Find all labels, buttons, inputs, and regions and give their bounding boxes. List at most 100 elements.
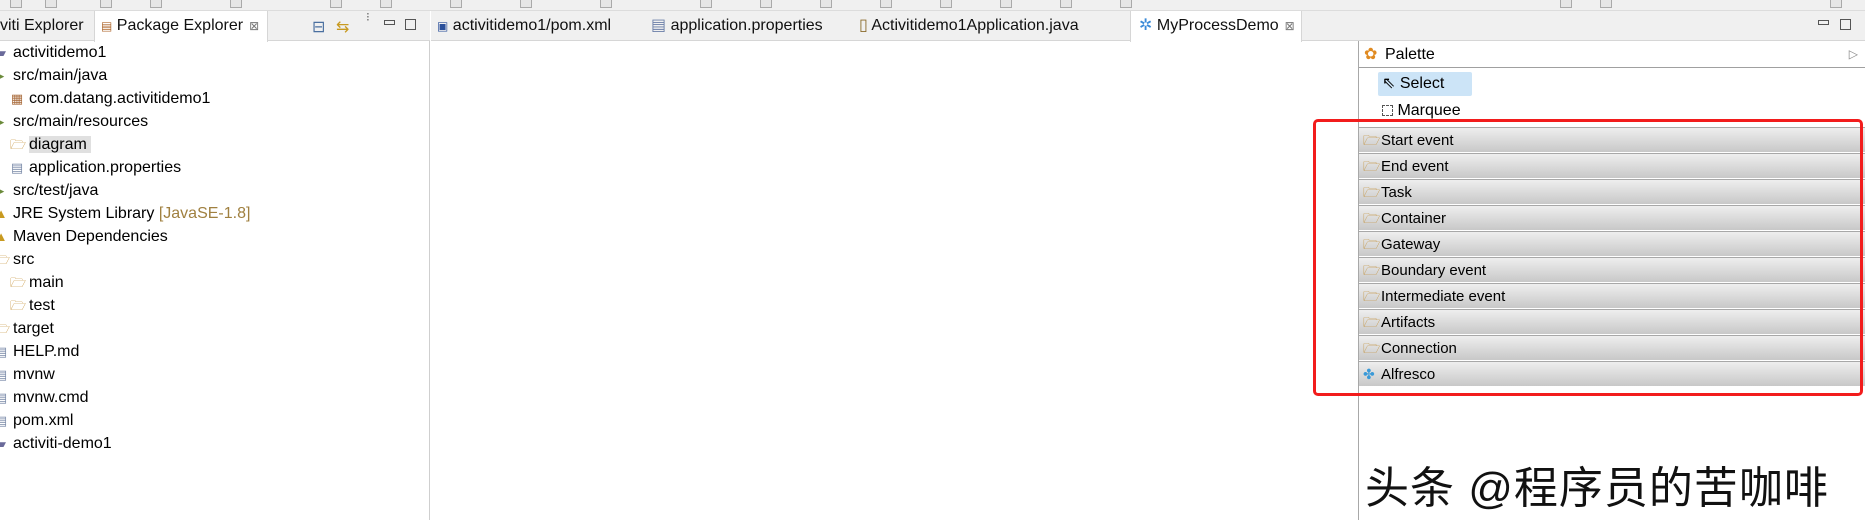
palette-icon: ✿	[1364, 46, 1378, 63]
palette-header[interactable]: ✿ Palette ▷	[1359, 41, 1865, 68]
tree-item[interactable]: ▸ src/main/java	[0, 64, 107, 87]
tab-label: MyProcessDemo	[1156, 17, 1279, 34]
tree-item[interactable]: 🗁 main	[10, 271, 64, 294]
package-explorer-icon: ▤	[101, 19, 113, 33]
tree-item[interactable]: ▤ mvnw	[0, 363, 55, 386]
tree-item-label: mvnw.cmd	[13, 389, 89, 406]
tree-item-label: main	[29, 274, 64, 291]
tree-item[interactable]: 🗁 target	[0, 317, 54, 340]
tree-item-label: Maven Dependencies	[13, 228, 168, 245]
close-icon[interactable]: ⊠	[1285, 19, 1295, 33]
palette-title: Palette	[1385, 46, 1435, 63]
tree-item-label: diagram	[29, 136, 91, 153]
maximize-icon[interactable]	[405, 19, 416, 30]
package-icon: ▦	[10, 91, 24, 106]
tree-item[interactable]: ▲ JRE System Library [JavaSE-1.8]	[0, 202, 250, 225]
tree-item-label: src/main/resources	[13, 113, 149, 130]
tree-item-decoration: [JavaSE-1.8]	[158, 205, 251, 222]
tree-item[interactable]: ▸ src/main/resources	[0, 110, 148, 133]
process-icon: ✲	[1139, 17, 1153, 34]
tree-item[interactable]: ▤ HELP.md	[0, 340, 79, 363]
tree-item-label: JRE System Library	[13, 205, 155, 222]
tab-package-explorer[interactable]: ▤ Package Explorer ⊠	[94, 11, 268, 42]
tree-item-label: HELP.md	[13, 343, 80, 360]
tree-item[interactable]: ▲ Maven Dependencies	[0, 225, 168, 248]
toolbar-button[interactable]	[520, 0, 532, 8]
source-folder-icon: ▸	[0, 68, 5, 83]
toolbar-button[interactable]	[380, 0, 392, 8]
file-icon: ▤	[0, 367, 8, 382]
toolbar-button[interactable]	[1060, 0, 1072, 8]
toolbar-button[interactable]	[940, 0, 952, 8]
maven-file-icon: ▣	[437, 19, 449, 33]
toolbar-button[interactable]	[820, 0, 832, 8]
toolbar-button[interactable]	[880, 0, 892, 8]
minimize-icon[interactable]	[1818, 20, 1829, 25]
tree-item-label: com.datang.activitidemo1	[29, 90, 211, 107]
project-icon: ▰	[0, 436, 6, 451]
tab-label: application.properties	[670, 17, 823, 34]
tree-item[interactable]: ▤ pom.xml	[0, 409, 73, 432]
diagram-canvas[interactable]	[431, 41, 1358, 520]
main-toolbar	[0, 0, 1865, 11]
tab-application-java[interactable]: ▯ Activitidemo1Application.java	[859, 11, 1079, 41]
toolbar-button[interactable]	[700, 0, 712, 8]
source-folder-icon: ▸	[0, 183, 5, 198]
tree-item-label: test	[29, 297, 55, 314]
tree-item[interactable]: 🗁 diagram	[10, 133, 91, 156]
toolbar-button[interactable]	[1600, 0, 1612, 8]
tool-select[interactable]: ⇖ Select	[1378, 72, 1472, 96]
toolbar-button[interactable]	[450, 0, 462, 8]
collapse-all-icon[interactable]: ⊟	[312, 17, 325, 37]
tree-item-label: src	[13, 251, 35, 268]
toolbar-button[interactable]	[1000, 0, 1012, 8]
tab-myprocessdemo[interactable]: ✲ MyProcessDemo ⊠	[1130, 11, 1302, 42]
folder-icon: 🗁	[0, 252, 11, 267]
toolbar-button[interactable]	[10, 0, 22, 8]
toolbar-button[interactable]	[100, 0, 112, 8]
folder-icon: 🗁	[10, 275, 27, 290]
tree-item-label: src/main/java	[13, 67, 108, 84]
tree-item-label: pom.xml	[13, 412, 74, 429]
tree-item[interactable]: ▤ mvnw.cmd	[0, 386, 89, 409]
toolbar-button[interactable]	[330, 0, 342, 8]
collapse-palette-icon[interactable]: ▷	[1849, 41, 1858, 68]
project-icon: ▰	[0, 45, 6, 60]
maximize-icon[interactable]	[1840, 19, 1851, 30]
tab-activiti-explorer[interactable]: viti Explorer	[0, 11, 86, 41]
toolbar-button[interactable]	[45, 0, 57, 8]
watermark: 头条 @程序员的苦咖啡	[1365, 464, 1829, 513]
editor-tabs: ▣ activitidemo1/pom.xml ▤ application.pr…	[431, 11, 1865, 42]
minimize-icon[interactable]	[384, 20, 395, 25]
tree-item[interactable]: ▰ activitidemo1	[0, 41, 106, 64]
tree-item-label: activiti-demo1	[13, 435, 112, 452]
tree-item[interactable]: ▤ application.properties	[10, 156, 181, 179]
tab-label: activitidemo1/pom.xml	[452, 17, 612, 34]
toolbar-button[interactable]	[600, 0, 612, 8]
toolbar-button[interactable]	[1120, 0, 1132, 8]
highlight-box	[1313, 119, 1863, 396]
tree-item-label: src/test/java	[13, 182, 99, 199]
close-icon[interactable]: ⊠	[249, 19, 259, 33]
source-folder-icon: ▸	[0, 114, 5, 129]
file-icon: ▤	[10, 160, 24, 175]
tab-pom-xml[interactable]: ▣ activitidemo1/pom.xml	[437, 11, 611, 41]
tree-item-label: activitidemo1	[13, 44, 107, 61]
folder-icon: 🗁	[0, 321, 11, 336]
tree-item[interactable]: ▸ src/test/java	[0, 179, 98, 202]
toolbar-button[interactable]	[760, 0, 772, 8]
java-file-icon: ▯	[859, 17, 868, 34]
toolbar-button[interactable]	[230, 0, 242, 8]
properties-file-icon: ▤	[651, 17, 667, 34]
tree-item[interactable]: ▦ com.datang.activitidemo1	[10, 87, 211, 110]
toolbar-button[interactable]	[1560, 0, 1572, 8]
tree-item[interactable]: 🗁 test	[10, 294, 55, 317]
toolbar-button[interactable]	[150, 0, 162, 8]
toolbar-button[interactable]	[1830, 0, 1842, 8]
view-menu-icon[interactable]: ⁝	[366, 11, 370, 23]
tab-application-properties[interactable]: ▤ application.properties	[651, 11, 823, 41]
tree-item[interactable]: 🗁 src	[0, 248, 34, 271]
link-with-editor-icon[interactable]: ⇆	[336, 17, 349, 37]
tree-item[interactable]: ▰ activiti-demo1	[0, 432, 112, 455]
file-icon: ▤	[0, 413, 8, 428]
